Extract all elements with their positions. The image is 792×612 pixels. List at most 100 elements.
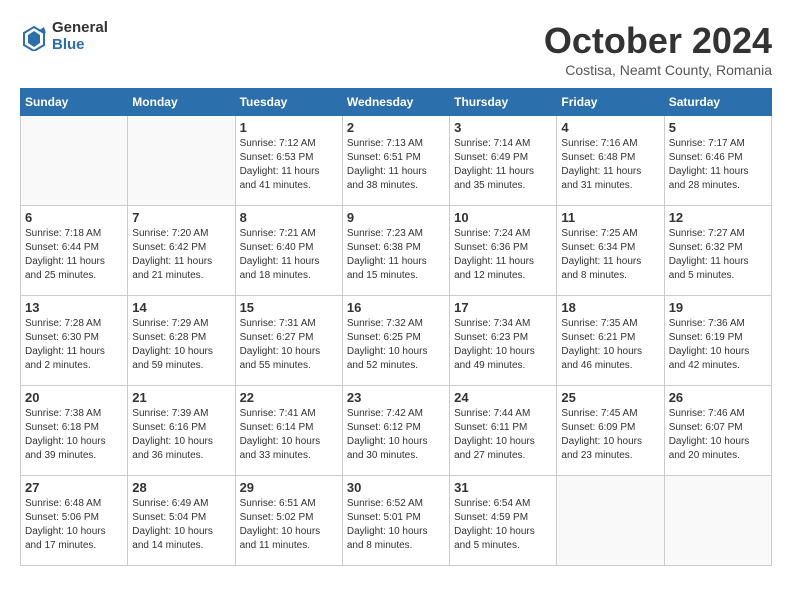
day-info: Sunrise: 7:41 AM Sunset: 6:14 PM Dayligh… bbox=[240, 407, 338, 463]
logo-blue: Blue bbox=[52, 37, 108, 54]
calendar-empty-cell bbox=[664, 476, 771, 566]
calendar-week-row: 6 Sunrise: 7:18 AM Sunset: 6:44 PM Daylig… bbox=[21, 206, 772, 296]
day-number: 24 bbox=[454, 390, 552, 405]
logo: General Blue bbox=[20, 20, 108, 53]
day-number: 4 bbox=[561, 120, 659, 135]
weekday-header-monday: Monday bbox=[128, 89, 235, 116]
calendar-day-cell: 7 Sunrise: 7:20 AM Sunset: 6:42 PM Daylig… bbox=[128, 206, 235, 296]
calendar-day-cell: 27 Sunrise: 6:48 AM Sunset: 5:06 PM Dayli… bbox=[21, 476, 128, 566]
day-info: Sunrise: 6:51 AM Sunset: 5:02 PM Dayligh… bbox=[240, 497, 338, 553]
day-info: Sunrise: 7:35 AM Sunset: 6:21 PM Dayligh… bbox=[561, 317, 659, 373]
day-info: Sunrise: 7:27 AM Sunset: 6:32 PM Dayligh… bbox=[669, 227, 767, 283]
calendar-day-cell: 25Sunrise: 7:45 AM Sunset: 6:09 PM Dayli… bbox=[557, 386, 664, 476]
calendar-day-cell: 14Sunrise: 7:29 AM Sunset: 6:28 PM Dayli… bbox=[128, 296, 235, 386]
calendar-day-cell: 17 Sunrise: 7:34 AM Sunset: 6:23 PM Dayli… bbox=[450, 296, 557, 386]
calendar-day-cell: 2 Sunrise: 7:13 AM Sunset: 6:51 PM Daylig… bbox=[342, 116, 449, 206]
calendar-day-cell: 21 Sunrise: 7:39 AM Sunset: 6:16 PM Dayli… bbox=[128, 386, 235, 476]
calendar-day-cell: 10 Sunrise: 7:24 AM Sunset: 6:36 PM Dayli… bbox=[450, 206, 557, 296]
logo-general: General bbox=[52, 20, 108, 37]
day-number: 25 bbox=[561, 390, 659, 405]
weekday-header-wednesday: Wednesday bbox=[342, 89, 449, 116]
day-info: Sunrise: 7:36 AM Sunset: 6:19 PM Dayligh… bbox=[669, 317, 767, 373]
weekday-header-sunday: Sunday bbox=[21, 89, 128, 116]
location-subtitle: Costisa, Neamt County, Romania bbox=[544, 62, 772, 78]
weekday-header-row: SundayMondayTuesdayWednesdayThursdayFrid… bbox=[21, 89, 772, 116]
calendar-week-row: 20 Sunrise: 7:38 AM Sunset: 6:18 PM Dayli… bbox=[21, 386, 772, 476]
logo-text: General Blue bbox=[52, 20, 108, 53]
day-info: Sunrise: 7:13 AM Sunset: 6:51 PM Dayligh… bbox=[347, 137, 445, 193]
day-number: 20 bbox=[25, 390, 123, 405]
day-number: 3 bbox=[454, 120, 552, 135]
day-info: Sunrise: 7:29 AM Sunset: 6:28 PM Dayligh… bbox=[132, 317, 230, 373]
day-number: 8 bbox=[240, 210, 338, 225]
day-info: Sunrise: 7:14 AM Sunset: 6:49 PM Dayligh… bbox=[454, 137, 552, 193]
day-info: Sunrise: 7:38 AM Sunset: 6:18 PM Dayligh… bbox=[25, 407, 123, 463]
calendar-day-cell: 20 Sunrise: 7:38 AM Sunset: 6:18 PM Dayli… bbox=[21, 386, 128, 476]
calendar-day-cell: 3 Sunrise: 7:14 AM Sunset: 6:49 PM Daylig… bbox=[450, 116, 557, 206]
day-number: 30 bbox=[347, 480, 445, 495]
day-info: Sunrise: 7:25 AM Sunset: 6:34 PM Dayligh… bbox=[561, 227, 659, 283]
calendar-week-row: 27 Sunrise: 6:48 AM Sunset: 5:06 PM Dayli… bbox=[21, 476, 772, 566]
day-number: 17 bbox=[454, 300, 552, 315]
day-info: Sunrise: 6:48 AM Sunset: 5:06 PM Dayligh… bbox=[25, 497, 123, 553]
day-info: Sunrise: 7:17 AM Sunset: 6:46 PM Dayligh… bbox=[669, 137, 767, 193]
calendar-day-cell: 31 Sunrise: 6:54 AM Sunset: 4:59 PM Dayli… bbox=[450, 476, 557, 566]
day-number: 13 bbox=[25, 300, 123, 315]
day-info: Sunrise: 7:16 AM Sunset: 6:48 PM Dayligh… bbox=[561, 137, 659, 193]
day-number: 27 bbox=[25, 480, 123, 495]
day-info: Sunrise: 6:54 AM Sunset: 4:59 PM Dayligh… bbox=[454, 497, 552, 553]
day-number: 1 bbox=[240, 120, 338, 135]
day-number: 23 bbox=[347, 390, 445, 405]
day-info: Sunrise: 7:20 AM Sunset: 6:42 PM Dayligh… bbox=[132, 227, 230, 283]
day-info: Sunrise: 7:44 AM Sunset: 6:11 PM Dayligh… bbox=[454, 407, 552, 463]
logo-icon bbox=[20, 23, 48, 51]
calendar-day-cell: 8Sunrise: 7:21 AM Sunset: 6:40 PM Daylig… bbox=[235, 206, 342, 296]
day-info: Sunrise: 7:34 AM Sunset: 6:23 PM Dayligh… bbox=[454, 317, 552, 373]
calendar-day-cell: 1Sunrise: 7:12 AM Sunset: 6:53 PM Daylig… bbox=[235, 116, 342, 206]
page-header: General Blue October 2024 Costisa, Neamt… bbox=[20, 20, 772, 78]
day-number: 21 bbox=[132, 390, 230, 405]
calendar-table: SundayMondayTuesdayWednesdayThursdayFrid… bbox=[20, 88, 772, 566]
day-number: 7 bbox=[132, 210, 230, 225]
day-number: 5 bbox=[669, 120, 767, 135]
calendar-day-cell: 18Sunrise: 7:35 AM Sunset: 6:21 PM Dayli… bbox=[557, 296, 664, 386]
day-info: Sunrise: 7:31 AM Sunset: 6:27 PM Dayligh… bbox=[240, 317, 338, 373]
day-number: 11 bbox=[561, 210, 659, 225]
month-title: October 2024 bbox=[544, 20, 772, 62]
calendar-day-cell: 15 Sunrise: 7:31 AM Sunset: 6:27 PM Dayli… bbox=[235, 296, 342, 386]
day-info: Sunrise: 7:32 AM Sunset: 6:25 PM Dayligh… bbox=[347, 317, 445, 373]
day-number: 9 bbox=[347, 210, 445, 225]
calendar-week-row: 1Sunrise: 7:12 AM Sunset: 6:53 PM Daylig… bbox=[21, 116, 772, 206]
calendar-day-cell: 22 Sunrise: 7:41 AM Sunset: 6:14 PM Dayli… bbox=[235, 386, 342, 476]
calendar-day-cell: 4 Sunrise: 7:16 AM Sunset: 6:48 PM Daylig… bbox=[557, 116, 664, 206]
day-number: 16 bbox=[347, 300, 445, 315]
day-number: 26 bbox=[669, 390, 767, 405]
calendar-day-cell: 29Sunrise: 6:51 AM Sunset: 5:02 PM Dayli… bbox=[235, 476, 342, 566]
calendar-day-cell: 26 Sunrise: 7:46 AM Sunset: 6:07 PM Dayli… bbox=[664, 386, 771, 476]
weekday-header-friday: Friday bbox=[557, 89, 664, 116]
calendar-day-cell: 30Sunrise: 6:52 AM Sunset: 5:01 PM Dayli… bbox=[342, 476, 449, 566]
calendar-day-cell: 23 Sunrise: 7:42 AM Sunset: 6:12 PM Dayli… bbox=[342, 386, 449, 476]
day-number: 2 bbox=[347, 120, 445, 135]
day-info: Sunrise: 7:46 AM Sunset: 6:07 PM Dayligh… bbox=[669, 407, 767, 463]
calendar-day-cell: 11 Sunrise: 7:25 AM Sunset: 6:34 PM Dayli… bbox=[557, 206, 664, 296]
day-number: 10 bbox=[454, 210, 552, 225]
day-info: Sunrise: 6:49 AM Sunset: 5:04 PM Dayligh… bbox=[132, 497, 230, 553]
weekday-header-thursday: Thursday bbox=[450, 89, 557, 116]
calendar-day-cell: 5 Sunrise: 7:17 AM Sunset: 6:46 PM Daylig… bbox=[664, 116, 771, 206]
day-info: Sunrise: 7:42 AM Sunset: 6:12 PM Dayligh… bbox=[347, 407, 445, 463]
day-number: 15 bbox=[240, 300, 338, 315]
day-number: 31 bbox=[454, 480, 552, 495]
calendar-day-cell: 28 Sunrise: 6:49 AM Sunset: 5:04 PM Dayli… bbox=[128, 476, 235, 566]
calendar-day-cell: 13Sunrise: 7:28 AM Sunset: 6:30 PM Dayli… bbox=[21, 296, 128, 386]
weekday-header-saturday: Saturday bbox=[664, 89, 771, 116]
day-number: 28 bbox=[132, 480, 230, 495]
calendar-day-cell: 16 Sunrise: 7:32 AM Sunset: 6:25 PM Dayli… bbox=[342, 296, 449, 386]
day-info: Sunrise: 7:18 AM Sunset: 6:44 PM Dayligh… bbox=[25, 227, 123, 283]
day-info: Sunrise: 7:39 AM Sunset: 6:16 PM Dayligh… bbox=[132, 407, 230, 463]
day-info: Sunrise: 7:24 AM Sunset: 6:36 PM Dayligh… bbox=[454, 227, 552, 283]
calendar-week-row: 13Sunrise: 7:28 AM Sunset: 6:30 PM Dayli… bbox=[21, 296, 772, 386]
day-info: Sunrise: 7:23 AM Sunset: 6:38 PM Dayligh… bbox=[347, 227, 445, 283]
day-number: 6 bbox=[25, 210, 123, 225]
day-number: 22 bbox=[240, 390, 338, 405]
